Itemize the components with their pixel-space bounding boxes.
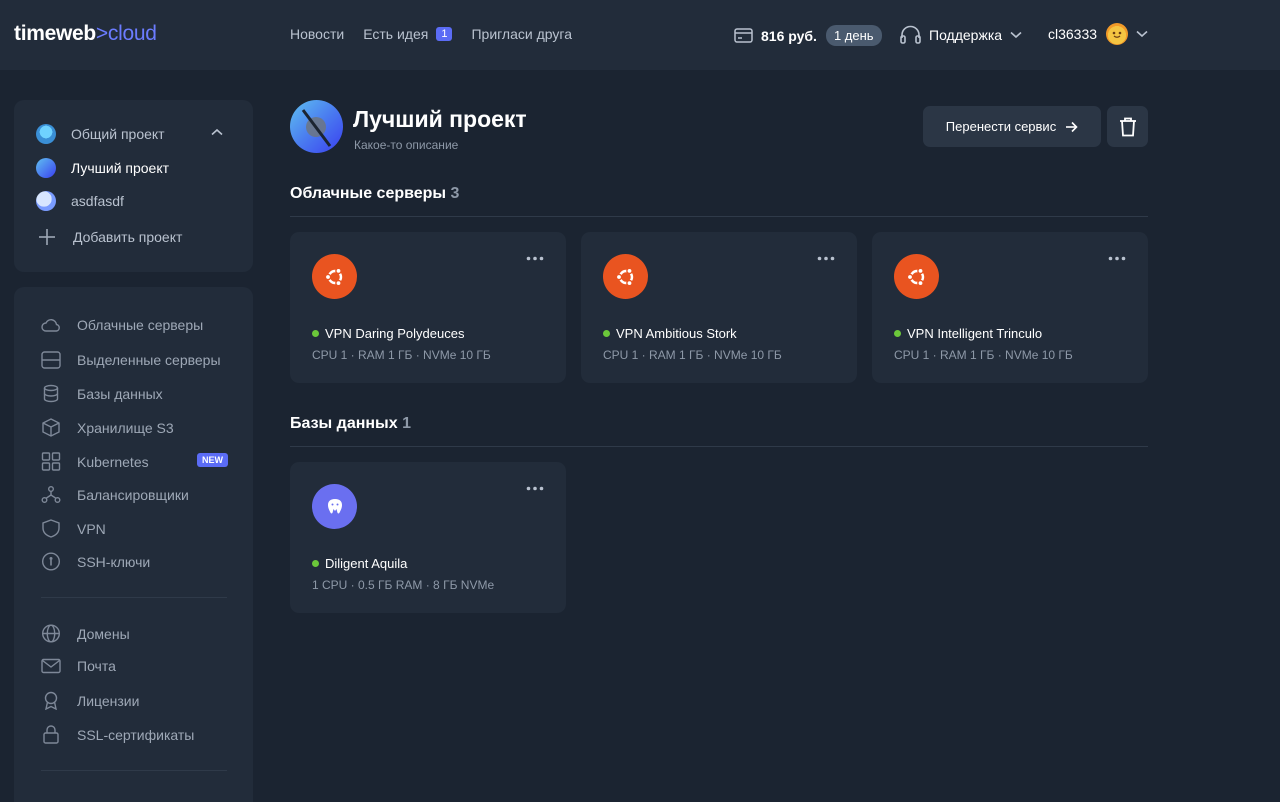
support-menu[interactable]: Поддержка: [900, 25, 1030, 44]
database-name: Diligent Aquila: [312, 556, 407, 571]
sidebar-item-vpn[interactable]: VPN: [41, 519, 106, 538]
ubuntu-icon: [603, 254, 648, 299]
sidebar-item-kubernetes[interactable]: Kubernetes: [41, 452, 149, 471]
sidebar-item-balancers[interactable]: Балансировщики: [41, 485, 189, 504]
nav-news[interactable]: Новости: [290, 26, 344, 42]
project-description: Какое-то описание: [354, 138, 459, 152]
database-icon: [43, 384, 59, 403]
server-name: VPN Daring Polydeuces: [312, 326, 464, 341]
server-card[interactable]: VPN Daring Polydeuces CPU 1 · RAM 1 ГБ ·…: [290, 232, 566, 383]
more-options-icon[interactable]: [526, 256, 544, 261]
server-spec: CPU 1 · RAM 1 ГБ · NVMe 10 ГБ: [312, 348, 491, 362]
transfer-service-button[interactable]: Перенести сервис: [923, 106, 1101, 147]
nav-idea[interactable]: Есть идея 1: [363, 26, 453, 42]
status-dot: [603, 330, 610, 337]
sidebar-item-licenses[interactable]: Лицензии: [41, 691, 139, 710]
services-nav: Облачные серверы Выделенные серверы Базы…: [14, 287, 253, 802]
logo[interactable]: timeweb>cloud: [14, 22, 157, 46]
top-nav: Новости Есть идея 1 Пригласи друга: [290, 26, 591, 42]
sidebar-item-databases[interactable]: Базы данных: [41, 384, 163, 403]
server-card[interactable]: VPN Ambitious Stork CPU 1 · RAM 1 ГБ · N…: [581, 232, 857, 383]
delete-project-button[interactable]: [1107, 106, 1148, 147]
divider: [290, 216, 1148, 217]
status-dot: [312, 330, 319, 337]
server-spec: CPU 1 · RAM 1 ГБ · NVMe 10 ГБ: [603, 348, 782, 362]
network-icon: [41, 486, 61, 503]
days-left-badge: 1 день: [825, 25, 882, 46]
divider: [41, 597, 227, 598]
server-spec: CPU 1 · RAM 1 ГБ · NVMe 10 ГБ: [894, 348, 1073, 362]
mail-icon: [41, 658, 61, 674]
divider: [41, 770, 227, 771]
divider: [290, 446, 1148, 447]
shield-icon: [42, 519, 60, 538]
project-icon: [36, 158, 56, 178]
sidebar-item-mail[interactable]: Почта: [41, 658, 116, 674]
project-icon: [36, 191, 56, 211]
chevron-down-icon: [1010, 31, 1022, 38]
project-item-general[interactable]: Общий проект: [36, 124, 165, 144]
section-title-databases: Базы данных 1: [290, 415, 411, 432]
globe-icon: [41, 624, 61, 643]
trash-icon: [1119, 117, 1136, 136]
page-title: Лучший проект: [353, 106, 527, 132]
project-item-asdfasdf[interactable]: asdfasdf: [36, 191, 124, 211]
user-menu[interactable]: cl36333: [1048, 23, 1148, 45]
more-options-icon[interactable]: [526, 486, 544, 491]
top-header: timeweb>cloud Новости Есть идея 1 Приглас…: [0, 0, 1280, 70]
chevron-down-icon: [1136, 30, 1148, 38]
sidebar-item-s3-storage[interactable]: Хранилище S3: [41, 418, 174, 437]
idea-count-badge: 1: [436, 27, 453, 41]
project-logo: [290, 100, 343, 153]
database-spec: 1 CPU · 0.5 ГБ RAM · 8 ГБ NVMe: [312, 578, 495, 592]
server-name: VPN Intelligent Trinculo: [894, 326, 1042, 341]
postgresql-icon: [312, 484, 357, 529]
server-name: VPN Ambitious Stork: [603, 326, 737, 341]
project-icon: [36, 124, 56, 144]
database-card[interactable]: Diligent Aquila 1 CPU · 0.5 ГБ RAM · 8 Г…: [290, 462, 566, 613]
sidebar-item-cloud-servers[interactable]: Облачные серверы: [41, 317, 203, 333]
add-project-button[interactable]: Добавить проект: [38, 228, 182, 246]
avatar: [1106, 23, 1129, 45]
section-title-cloud-servers: Облачные серверы 3: [290, 185, 460, 202]
sidebar-item-ssh-keys[interactable]: SSH-ключи: [41, 552, 150, 571]
cloud-icon: [41, 319, 60, 332]
chevron-up-icon[interactable]: [211, 128, 223, 136]
balance[interactable]: 816 руб. 1 день: [734, 25, 882, 46]
ubuntu-icon: [894, 254, 939, 299]
key-icon: [41, 552, 61, 571]
headset-icon: [900, 25, 921, 44]
sidebar-item-dedicated-servers[interactable]: Выделенные серверы: [41, 351, 221, 369]
nav-invite-friend[interactable]: Пригласи друга: [471, 26, 572, 42]
wallet-icon: [734, 28, 753, 43]
grid-icon: [41, 452, 61, 471]
sidebar-item-domains[interactable]: Домены: [41, 624, 130, 643]
projects-panel: Общий проект Лучший проект asdfasdf Доба…: [14, 100, 253, 272]
status-dot: [894, 330, 901, 337]
award-icon: [44, 691, 58, 710]
status-dot: [312, 560, 319, 567]
arrow-right-icon: [1066, 121, 1078, 132]
more-options-icon[interactable]: [817, 256, 835, 261]
cube-icon: [42, 418, 60, 437]
sidebar-item-ssl[interactable]: SSL-сертификаты: [41, 725, 194, 744]
plus-icon: [39, 229, 55, 245]
more-options-icon[interactable]: [1108, 256, 1126, 261]
lock-icon: [43, 725, 59, 744]
new-badge: NEW: [197, 453, 228, 467]
server-icon: [41, 351, 61, 369]
server-card[interactable]: VPN Intelligent Trinculo CPU 1 · RAM 1 Г…: [872, 232, 1148, 383]
ubuntu-icon: [312, 254, 357, 299]
project-item-best[interactable]: Лучший проект: [36, 158, 169, 178]
